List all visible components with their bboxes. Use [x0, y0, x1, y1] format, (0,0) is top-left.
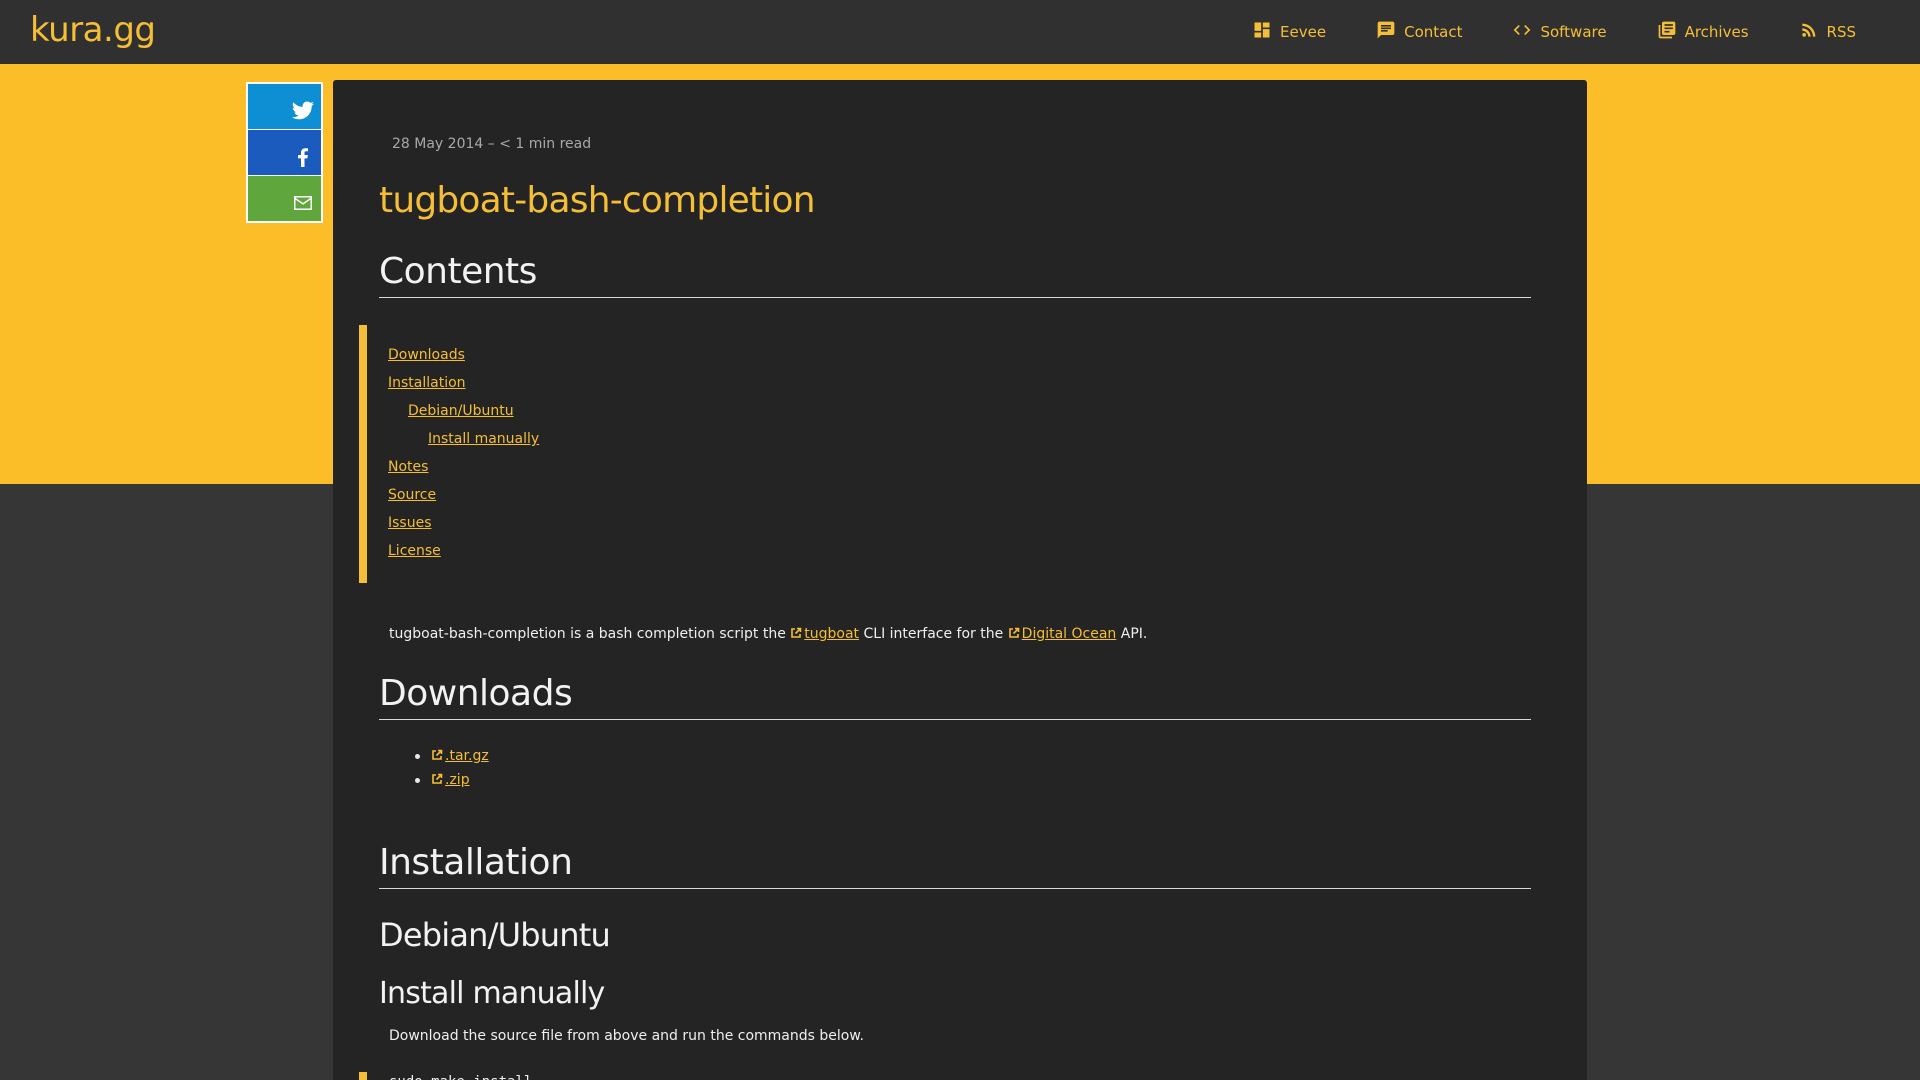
dashboard-icon — [1252, 20, 1272, 44]
toc-link-license[interactable]: License — [388, 537, 759, 565]
share-facebook-button[interactable] — [248, 130, 321, 175]
toc-link-issues[interactable]: Issues — [388, 509, 759, 537]
intro-text: API. — [1116, 626, 1148, 642]
toc-link-install-manually[interactable]: Install manually — [388, 425, 759, 453]
external-link-icon — [431, 769, 443, 784]
tugboat-link[interactable]: tugboat — [804, 626, 859, 642]
downloads-list: .tar.gz .zip — [415, 744, 489, 792]
install-manually-heading: Install manually — [379, 976, 605, 1011]
installation-heading: Installation — [379, 841, 1531, 889]
share-bar — [246, 82, 323, 223]
toc-link-source[interactable]: Source — [388, 481, 759, 509]
nav-item-contact[interactable]: Contact — [1376, 20, 1462, 44]
list-item: .zip — [415, 768, 489, 792]
share-email-button[interactable] — [248, 176, 321, 221]
table-of-contents: Downloads Installation Debian/Ubuntu Ins… — [359, 325, 759, 583]
site-logo-link[interactable]: kura.gg — [30, 10, 156, 50]
nav-item-label: Software — [1540, 23, 1607, 41]
nav-item-label: RSS — [1826, 23, 1856, 41]
top-navbar: kura.gg Eevee Contact Software Archives … — [0, 0, 1920, 64]
nav-item-eevee[interactable]: Eevee — [1252, 20, 1326, 44]
toc-link-installation[interactable]: Installation — [388, 369, 759, 397]
nav-item-label: Archives — [1684, 23, 1749, 41]
downloads-heading: Downloads — [379, 672, 1531, 720]
digital-ocean-link[interactable]: Digital Ocean — [1022, 626, 1117, 642]
chat-icon — [1376, 20, 1396, 44]
nav-item-label: Contact — [1404, 23, 1463, 41]
nav-item-label: Eevee — [1280, 23, 1327, 41]
page-title: tugboat-bash-completion — [379, 180, 816, 221]
debian-ubuntu-heading: Debian/Ubuntu — [379, 916, 611, 954]
external-link-icon — [431, 745, 443, 760]
toc-link-downloads[interactable]: Downloads — [388, 341, 759, 369]
download-zip-link[interactable]: .zip — [445, 772, 470, 788]
main-nav: Eevee Contact Software Archives RSS — [1252, 0, 1920, 64]
post-meta: 28 May 2014 – < 1 min read — [392, 136, 592, 152]
intro-text: tugboat-bash-completion is a bash comple… — [389, 626, 791, 642]
rss-icon — [1799, 20, 1819, 44]
code-icon — [1512, 20, 1532, 44]
share-twitter-button[interactable] — [248, 84, 321, 129]
article: 28 May 2014 – < 1 min read tugboat-bash-… — [333, 80, 1587, 1080]
intro-paragraph: tugboat-bash-completion is a bash comple… — [389, 626, 1147, 642]
toc-link-debian-ubuntu[interactable]: Debian/Ubuntu — [388, 397, 759, 425]
download-tar-gz-link[interactable]: .tar.gz — [445, 748, 489, 764]
external-link-icon — [1008, 627, 1020, 639]
contents-heading: Contents — [379, 250, 1531, 298]
external-link-icon — [790, 627, 802, 639]
nav-item-software[interactable]: Software — [1512, 20, 1607, 44]
code-block: sudo make install — [359, 1072, 959, 1080]
intro-text: CLI interface for the — [859, 626, 1008, 642]
list-item: .tar.gz — [415, 744, 489, 768]
nav-item-rss[interactable]: RSS — [1799, 20, 1856, 44]
library-icon — [1657, 20, 1677, 44]
nav-item-archives[interactable]: Archives — [1657, 20, 1749, 44]
install-instructions: Download the source file from above and … — [389, 1028, 864, 1044]
toc-link-notes[interactable]: Notes — [388, 453, 759, 481]
